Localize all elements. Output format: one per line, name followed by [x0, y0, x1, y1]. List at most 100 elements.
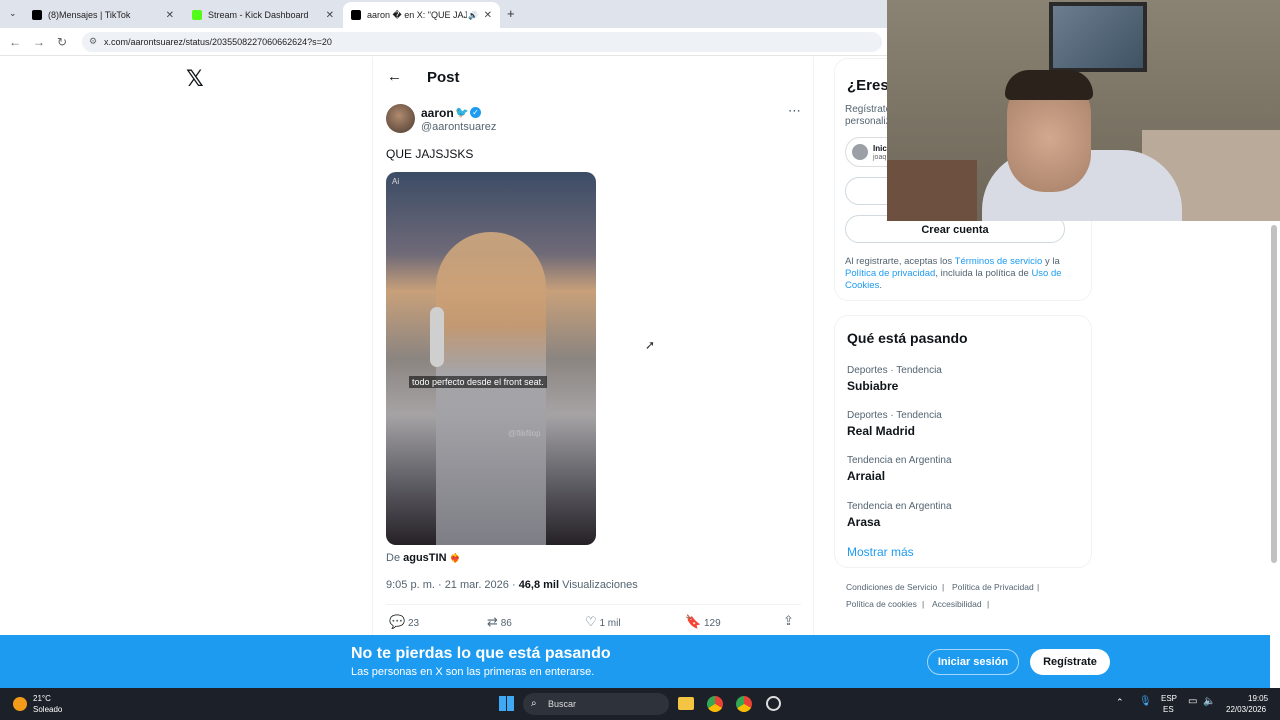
language-2[interactable]: ES [1163, 705, 1174, 714]
clock-date[interactable]: 22/03/2026 [1226, 705, 1266, 714]
site-info-icon[interactable]: ⚙ [89, 36, 97, 47]
views-count: 46,8 mil [518, 579, 560, 591]
share-icon[interactable]: ⇪ [783, 613, 794, 629]
tos-link[interactable]: Términos de servicio [955, 256, 1043, 267]
footer-separator: | [987, 599, 990, 609]
footer-separator: | [942, 582, 945, 592]
author-handle[interactable]: @aarontsuarez [421, 121, 496, 133]
network-icon[interactable]: ▭ [1188, 696, 1197, 707]
x-logo-icon[interactable]: 𝕏 [186, 66, 204, 92]
from-line: De agusTIN ❤️‍🔥 [386, 552, 461, 564]
signup-label: Regístrate [1043, 656, 1097, 668]
more-options-icon[interactable]: ⋯ [788, 103, 801, 119]
bookmark-icon: 🔖 [685, 614, 702, 629]
new-tab-icon[interactable]: + [507, 6, 515, 21]
chrome-icon[interactable] [707, 696, 723, 712]
close-tab-icon[interactable]: ✕ [326, 10, 334, 21]
tiktok-favicon-icon [32, 10, 42, 20]
footer-link[interactable]: Accesibilidad [932, 599, 982, 609]
chrome-active-icon[interactable] [736, 696, 752, 712]
obs-icon[interactable] [766, 696, 781, 711]
page-scrollbar[interactable] [1271, 225, 1277, 563]
login-banner: No te pierdas lo que está pasando Las pe… [0, 635, 1270, 688]
trend-name: Arasa [847, 515, 881, 529]
author-name[interactable]: aaron [421, 106, 454, 120]
tab-list-chevron-icon[interactable]: ⌄ [9, 8, 17, 19]
tab-kick[interactable]: Stream - Kick Dashboard ✕ [184, 2, 342, 28]
reload-icon[interactable]: ↻ [57, 35, 67, 49]
microphone-icon[interactable]: 🎙 [1139, 696, 1152, 707]
legal-text: . [879, 280, 882, 291]
trend-item[interactable]: Tendencia en Argentina Arraial [847, 455, 952, 483]
login-label: Iniciar sesión [937, 656, 1009, 668]
reply-count: 23 [407, 618, 420, 629]
windows-start-icon[interactable] [499, 696, 514, 711]
create-account-label: Crear cuenta [921, 224, 989, 236]
search-placeholder: Buscar [548, 699, 577, 709]
close-tab-icon[interactable]: ✕ [166, 10, 174, 21]
volume-icon[interactable]: 🔈 [1203, 696, 1215, 707]
views-label: Visualizaciones [562, 579, 638, 591]
kick-favicon-icon [192, 10, 202, 20]
tab-title: (8)Mensajes | TikTok [48, 10, 131, 20]
post-video[interactable]: Ai todo perfecto desde el front seat. @f… [386, 172, 596, 545]
forward-icon[interactable]: → [33, 35, 45, 49]
like-button[interactable]: ♡ 1 mil [585, 614, 621, 630]
show-more-link[interactable]: Mostrar más [847, 545, 914, 559]
repost-count: 86 [500, 618, 512, 629]
weather-sun-icon[interactable] [13, 697, 27, 711]
google-signin-sub: joaq [873, 154, 887, 161]
footer-link[interactable]: Política de cookies [846, 599, 917, 609]
footer-separator: | [1037, 582, 1040, 592]
footer-separator: | [922, 599, 925, 609]
back-icon[interactable]: ← [9, 35, 21, 49]
post-time[interactable]: 9:05 p. m. · 21 mar. 2026 · [386, 579, 516, 591]
reply-icon: 💬 [389, 614, 406, 629]
tab-x-post[interactable]: aaron � en X: "QUE JAJSJS 🔊 ✕ [343, 2, 500, 28]
wall-frame [1049, 2, 1147, 72]
like-count: 1 mil [599, 618, 621, 629]
video-subtitle: todo perfecto desde el front seat. [409, 376, 547, 388]
search-icon: ⌕ [531, 698, 537, 709]
post-text: QUE JAJSJSKS [386, 147, 474, 161]
avatar[interactable] [386, 104, 415, 133]
tray-chevron-icon[interactable]: ⌃ [1116, 697, 1124, 708]
footer-link[interactable]: Política de Privacidad [952, 582, 1034, 592]
verified-badge-icon: ✓ [470, 107, 481, 118]
trend-item[interactable]: Deportes · Tendencia Real Madrid [847, 410, 942, 438]
signup-title: ¿Eres [847, 77, 889, 94]
google-avatar [852, 144, 868, 160]
trend-category: Deportes · Tendencia [847, 365, 942, 376]
repost-button[interactable]: ⇄ 86 [487, 614, 512, 630]
from-user[interactable]: agusTIN [403, 552, 446, 564]
banner-subtitle: Las personas en X son las primeras en en… [351, 666, 595, 678]
legal-text: , incluida la política de [935, 268, 1029, 279]
post-meta: 9:05 p. m. · 21 mar. 2026 · 46,8 mil Vis… [386, 579, 638, 591]
bird-icon: 🐦 [455, 107, 469, 119]
signup-legal: Al registrarte, aceptas los Términos de … [845, 256, 1081, 292]
trend-name: Subiabre [847, 379, 899, 393]
signup-button[interactable]: Regístrate [1030, 649, 1110, 675]
taskbar-search[interactable]: ⌕ Buscar [523, 693, 669, 715]
trend-item[interactable]: Deportes · Tendencia Subiabre [847, 365, 942, 393]
url-field[interactable]: ⚙ x.com/aarontsuarez/status/203550822706… [82, 32, 882, 52]
trending-card: Qué está pasando Deportes · Tendencia Su… [834, 315, 1092, 568]
footer-link[interactable]: Condiciones de Servicio [846, 582, 937, 592]
back-arrow-icon[interactable]: ← [387, 68, 402, 85]
tab-tiktok[interactable]: (8)Mensajes | TikTok ✕ [24, 2, 182, 28]
clock-time[interactable]: 19:05 [1248, 694, 1268, 703]
video-watermark: @flikfilop [508, 429, 541, 438]
trending-title: Qué está pasando [847, 330, 968, 346]
trend-item[interactable]: Tendencia en Argentina Arasa [847, 501, 952, 529]
language-1[interactable]: ESP [1161, 694, 1177, 703]
folder-icon[interactable] [678, 697, 694, 710]
privacy-link[interactable]: Política de privacidad [845, 268, 935, 279]
login-button[interactable]: Iniciar sesión [927, 649, 1019, 675]
audio-icon[interactable]: 🔊 [468, 11, 478, 20]
reply-button[interactable]: 💬 23 [389, 614, 419, 630]
close-tab-icon[interactable]: ✕ [484, 10, 492, 21]
weather-desc: Soleado [33, 705, 63, 714]
trend-name: Real Madrid [847, 424, 916, 438]
repost-icon: ⇄ [487, 614, 498, 629]
bookmark-button[interactable]: 🔖 129 [685, 614, 721, 630]
